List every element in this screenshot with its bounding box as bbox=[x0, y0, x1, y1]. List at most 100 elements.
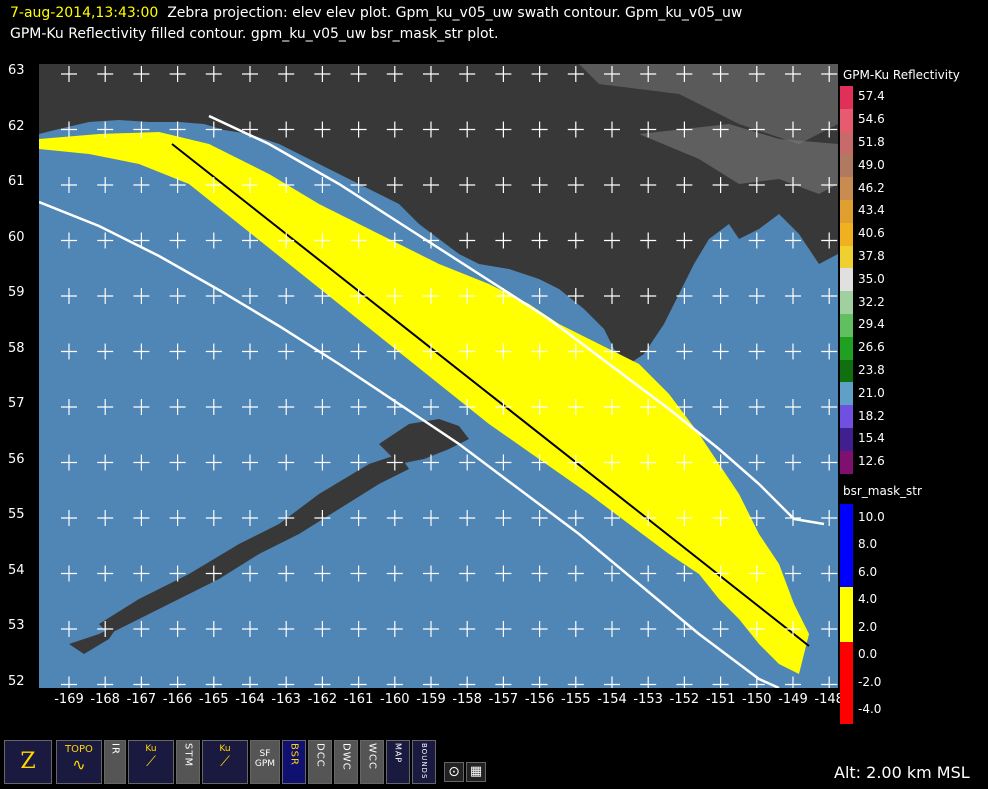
title-line-2: GPM-Ku Reflectivity filled contour. gpm_… bbox=[10, 26, 499, 42]
target-button[interactable]: ⊙ bbox=[444, 762, 464, 782]
x-tick-label: -167 bbox=[126, 692, 157, 707]
ir-button[interactable]: IR bbox=[104, 740, 126, 784]
mask-legend: bsr_mask_str 10.0 8.0 6.0 4.0 2.0 0.0 -2.0 -4.0 bbox=[840, 482, 988, 724]
x-tick-label: -162 bbox=[307, 692, 338, 707]
legend-label: 35.0 bbox=[858, 271, 885, 286]
topo-label: TOPO bbox=[65, 744, 93, 755]
legend-label: 43.4 bbox=[858, 203, 885, 218]
legend-swatch bbox=[840, 154, 853, 178]
legend-swatch bbox=[840, 450, 853, 474]
legend-label: -4.0 bbox=[858, 702, 882, 717]
y-tick-label: 55 bbox=[8, 507, 25, 522]
bounds-button[interactable]: BOUNDS bbox=[412, 740, 436, 784]
wcc-button[interactable]: WCC bbox=[360, 740, 384, 784]
y-tick-label: 52 bbox=[8, 673, 25, 689]
timestamp: 7-aug-2014,13:43:00 bbox=[10, 5, 159, 21]
legend-swatch bbox=[840, 291, 853, 314]
x-tick-label: -166 bbox=[162, 692, 193, 707]
ku-v5-button[interactable]: Ku ⟋ bbox=[202, 740, 248, 784]
ku-v5-label: Ku bbox=[219, 744, 231, 754]
legend-label: 18.2 bbox=[858, 408, 885, 423]
y-tick-label: 59 bbox=[8, 285, 25, 300]
legend-swatch bbox=[840, 245, 853, 269]
legend-label: 51.8 bbox=[858, 135, 885, 149]
x-tick-label: -169 bbox=[54, 692, 84, 707]
legend-label: 15.4 bbox=[858, 431, 885, 446]
legend-swatch bbox=[840, 559, 853, 587]
y-tick-label: 62 bbox=[8, 118, 25, 134]
legend-swatch bbox=[840, 586, 853, 614]
dwc-button[interactable]: DWC bbox=[334, 740, 358, 784]
zebra-button[interactable]: Z bbox=[4, 740, 52, 784]
dcc-button[interactable]: DCC bbox=[308, 740, 332, 784]
legend-label: 57.4 bbox=[858, 89, 885, 104]
legend-swatch bbox=[840, 359, 853, 383]
y-tick-label: 54 bbox=[8, 562, 25, 578]
legend-label: 46.2 bbox=[858, 180, 885, 195]
y-axis-labels: 63 62 61 60 59 58 57 56 55 54 53 52 bbox=[0, 63, 38, 689]
map-label: MAP bbox=[393, 743, 403, 764]
ku-icon: ⟋ bbox=[146, 754, 156, 770]
legend-swatch bbox=[840, 696, 853, 724]
sf-gpm-button[interactable]: SF GPM bbox=[250, 740, 280, 784]
sf-gpm-label: SF GPM bbox=[254, 749, 276, 769]
legend-swatch bbox=[840, 177, 853, 200]
y-tick-label: 61 bbox=[8, 174, 25, 189]
ku-label: Ku bbox=[145, 744, 157, 754]
y-tick-label: 56 bbox=[8, 451, 25, 467]
map-canvas[interactable] bbox=[39, 64, 838, 688]
legend-swatch bbox=[840, 336, 853, 360]
mask-legend-title: bsr_mask_str bbox=[843, 484, 922, 498]
wcc-label: WCC bbox=[366, 743, 378, 770]
reflectivity-legend-title: GPM-Ku Reflectivity bbox=[843, 68, 960, 82]
legend-swatch bbox=[840, 131, 853, 155]
stm-button[interactable]: STM bbox=[176, 740, 200, 784]
legend-label: 40.6 bbox=[858, 226, 885, 241]
legend-swatch bbox=[840, 428, 853, 451]
dwc-label: DWC bbox=[340, 743, 352, 771]
ku-v5-icon: ⟋ bbox=[220, 754, 230, 770]
topo-button[interactable]: TOPO ∿ bbox=[56, 740, 102, 784]
bsr-label: BSR bbox=[288, 743, 300, 766]
legend-swatch bbox=[840, 531, 853, 559]
legend-label: 37.8 bbox=[858, 249, 885, 263]
ir-label: IR bbox=[109, 743, 121, 755]
x-tick-label: -160 bbox=[380, 692, 410, 707]
x-tick-label: -161 bbox=[343, 692, 374, 707]
legend-swatch bbox=[840, 200, 853, 223]
legend-label: 29.4 bbox=[858, 317, 885, 332]
zebra-icon: Z bbox=[20, 749, 36, 774]
ku-button[interactable]: Ku ⟋ bbox=[128, 740, 174, 784]
legend-label: 6.0 bbox=[858, 564, 878, 579]
map-plot[interactable] bbox=[39, 64, 838, 688]
title-bar: 7-aug-2014,13:43:00 Zebra projection: el… bbox=[0, 0, 988, 48]
x-tick-label: -168 bbox=[90, 692, 120, 707]
x-axis-labels: -169 -168 -167 -166 -165 -164 -163 -162 -161 -160… bbox=[39, 692, 844, 712]
legend-label: 2.0 bbox=[858, 619, 878, 634]
y-tick-label: 57 bbox=[8, 396, 25, 411]
grid-toggle-button[interactable]: ▦ bbox=[466, 762, 486, 782]
x-tick-label: -152 bbox=[669, 692, 700, 707]
x-tick-label: -163 bbox=[271, 692, 301, 707]
x-tick-label: -150 bbox=[742, 692, 772, 707]
reflectivity-legend: GPM-Ku Reflectivity 57.4 54.6 51.8 49.0 46.2… bbox=[840, 66, 988, 476]
stm-label: STM bbox=[182, 743, 194, 768]
y-tick-label: 60 bbox=[8, 229, 25, 245]
x-tick-label: -154 bbox=[597, 692, 627, 707]
legend-swatch bbox=[840, 222, 853, 246]
bsr-button[interactable]: BSR bbox=[282, 740, 306, 784]
legend-swatch bbox=[840, 314, 853, 337]
map-button[interactable]: MAP bbox=[386, 740, 410, 784]
x-tick-label: -155 bbox=[561, 692, 591, 707]
legend-swatch bbox=[840, 405, 853, 428]
x-tick-label: -165 bbox=[199, 692, 229, 707]
title-text-1: Zebra projection: elev elev plot. Gpm_ku… bbox=[167, 5, 743, 21]
legend-label: 21.0 bbox=[858, 385, 885, 400]
y-tick-label: 58 bbox=[8, 340, 25, 356]
x-tick-label: -164 bbox=[235, 692, 265, 707]
grid-icon: ▦ bbox=[469, 764, 483, 779]
legend-label: 12.6 bbox=[858, 454, 885, 469]
legend-swatch bbox=[840, 108, 853, 132]
legend-label: 0.0 bbox=[858, 647, 878, 662]
target-icon: ⊙ bbox=[448, 764, 460, 780]
